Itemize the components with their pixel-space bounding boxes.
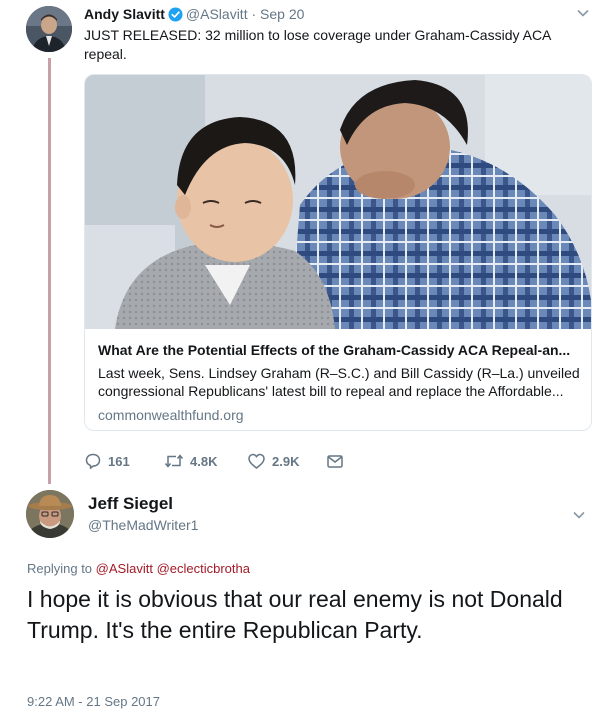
- separator: ·: [251, 6, 257, 22]
- tweet-timestamp[interactable]: 9:22 AM - 21 Sep 2017: [27, 694, 160, 709]
- verified-badge-icon: [168, 7, 183, 26]
- reply-icon: [84, 452, 102, 470]
- card-description: Last week, Sens. Lindsey Graham (R–S.C.)…: [98, 365, 580, 399]
- card-body: What Are the Potential Effects of the Gr…: [98, 341, 584, 424]
- replying-prefix: Replying to: [27, 561, 93, 576]
- avatar[interactable]: [26, 6, 72, 52]
- replying-to: Replying to @ASlavitt @eclecticbrotha: [27, 561, 250, 576]
- thread-connector-line: [48, 58, 51, 484]
- retweet-count: 4.8K: [190, 453, 218, 469]
- avatar-image: [26, 6, 72, 52]
- avatar[interactable]: [26, 490, 74, 538]
- message-button[interactable]: [326, 452, 344, 470]
- card-image: [85, 75, 591, 329]
- author-handle[interactable]: @TheMadWriter1: [88, 517, 198, 533]
- like-icon: [247, 452, 266, 470]
- chevron-down-icon[interactable]: [576, 6, 590, 20]
- like-button[interactable]: 2.9K: [247, 452, 299, 470]
- reply-count: 161: [108, 453, 130, 469]
- card-domain[interactable]: commonwealthfund.org: [98, 406, 584, 424]
- tweet-text: JUST RELEASED: 32 million to lose covera…: [84, 27, 551, 62]
- author-name[interactable]: Andy Slavitt: [84, 6, 165, 22]
- chevron-down-icon[interactable]: [572, 508, 586, 522]
- link-card[interactable]: What Are the Potential Effects of the Gr…: [84, 74, 592, 431]
- reply-button[interactable]: 161: [84, 452, 130, 470]
- tweet-date[interactable]: Sep 20: [260, 6, 304, 22]
- tweet-text: I hope it is obvious that our real enemy…: [27, 586, 563, 643]
- message-icon: [326, 452, 344, 470]
- like-count: 2.9K: [272, 453, 300, 469]
- author-handle[interactable]: @ASlavitt: [186, 6, 248, 22]
- tweet-header: Andy Slavitt @ASlavitt · Sep 20: [84, 6, 304, 26]
- mention-link[interactable]: @eclecticbrotha: [157, 561, 250, 576]
- retweet-button[interactable]: 4.8K: [164, 452, 217, 470]
- author-name[interactable]: Jeff Siegel: [88, 494, 173, 514]
- retweet-icon: [164, 452, 184, 470]
- mention-link[interactable]: @ASlavitt: [96, 561, 153, 576]
- card-title[interactable]: What Are the Potential Effects of the Gr…: [98, 341, 584, 359]
- avatar-image: [26, 490, 74, 538]
